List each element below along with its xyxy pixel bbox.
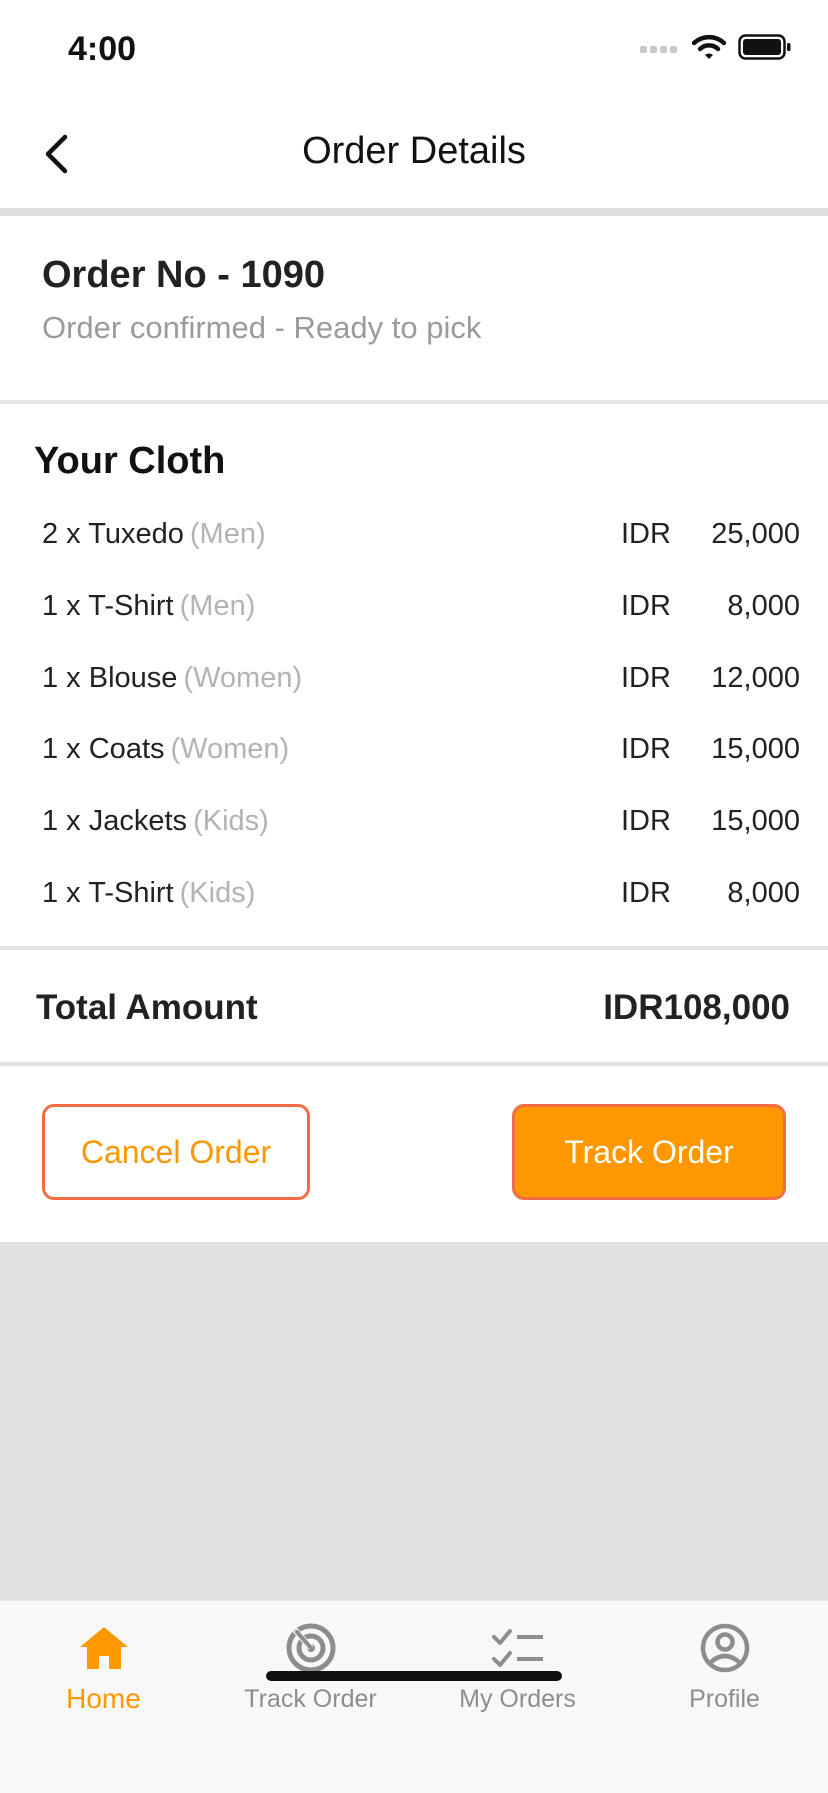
tab-label: Track Order	[244, 1685, 377, 1713]
cloth-item-currency: IDR	[621, 518, 671, 550]
profile-icon	[700, 1623, 749, 1673]
order-number: Order No - 1090	[42, 254, 325, 296]
cloth-item-name: 1 x Blouse	[42, 662, 178, 694]
cloth-section-title: Your Cloth	[34, 440, 226, 482]
cloth-item-name: 1 x T-Shirt	[42, 877, 174, 909]
tab-label: Home	[66, 1683, 141, 1714]
cloth-item: 1 x Coats (Women) IDR 15,000	[0, 721, 828, 777]
radar-icon	[286, 1623, 335, 1673]
cloth-item-name: 2 x Tuxedo	[42, 518, 184, 550]
cloth-item-category: (Women)	[183, 662, 303, 694]
status-icons	[640, 34, 792, 60]
cloth-item-label: 1 x Blouse (Women)	[42, 662, 302, 695]
track-order-button[interactable]: Track Order	[512, 1104, 786, 1200]
tab-home[interactable]: Home	[0, 1619, 207, 1715]
total-value: IDR108,000	[603, 988, 790, 1027]
cloth-item-category: (Men)	[179, 590, 256, 622]
tab-my-orders[interactable]: My Orders	[414, 1619, 621, 1714]
cloth-item-label: 1 x Jackets (Kids)	[42, 805, 269, 838]
cloth-item-category: (Kids)	[179, 877, 256, 909]
total-label: Total Amount	[36, 988, 258, 1027]
cloth-item-amount: 8,000	[727, 877, 800, 909]
cloth-item-currency: IDR	[621, 805, 671, 837]
cloth-item: 2 x Tuxedo (Men) IDR 25,000	[0, 506, 828, 562]
order-status: Order confirmed - Ready to pick	[42, 310, 482, 345]
cloth-item: 1 x Blouse (Women) IDR 12,000	[0, 650, 828, 706]
cloth-item-currency: IDR	[621, 662, 671, 694]
cloth-item-name: 1 x Coats	[42, 733, 165, 765]
cloth-item-category: (Kids)	[193, 805, 269, 837]
cloth-item-name: 1 x T-Shirt	[42, 590, 174, 622]
wifi-icon	[692, 34, 726, 59]
cloth-item-amount: 15,000	[711, 805, 800, 837]
tab-label: My Orders	[459, 1685, 576, 1713]
tab-profile[interactable]: Profile	[621, 1619, 828, 1714]
home-icon	[79, 1627, 128, 1669]
cloth-item-amount: 25,000	[711, 518, 800, 550]
cloth-item-label: 1 x Coats (Women)	[42, 733, 289, 766]
checklist-icon	[491, 1629, 543, 1667]
status-bar: 4:00	[0, 0, 828, 100]
cloth-item-label: 1 x T-Shirt (Men)	[42, 590, 255, 623]
cloth-item-currency: IDR	[621, 733, 671, 765]
status-time: 4:00	[68, 30, 137, 68]
cloth-item-category: (Women)	[170, 733, 290, 765]
cloth-item: 1 x Jackets (Kids) IDR 15,000	[0, 793, 828, 849]
cloth-item-label: 2 x Tuxedo (Men)	[42, 518, 266, 551]
cloth-item: 1 x T-Shirt (Kids) IDR 8,000	[0, 865, 828, 921]
page-title: Order Details	[302, 130, 526, 172]
order-header: Order No - 1090 Order confirmed - Ready …	[0, 216, 828, 400]
cloth-item-currency: IDR	[621, 877, 671, 909]
total-row: Total Amount IDR108,000	[0, 950, 828, 1062]
app-bar: Order Details	[0, 100, 828, 208]
cloth-list: Your Cloth 2 x Tuxedo (Men) IDR 25,000 1 …	[0, 404, 828, 946]
cloth-item-category: (Men)	[189, 518, 266, 550]
cloth-item: 1 x T-Shirt (Men) IDR 8,000	[0, 578, 828, 634]
bottom-tab-bar: Home Track Order My Orders Profile	[0, 1600, 828, 1793]
cloth-item-amount: 12,000	[711, 662, 800, 694]
signal-icon	[640, 46, 677, 53]
cloth-item-amount: 15,000	[711, 733, 800, 765]
cloth-item-currency: IDR	[621, 590, 671, 622]
cloth-item-label: 1 x T-Shirt (Kids)	[42, 877, 255, 910]
tab-track-order[interactable]: Track Order	[207, 1619, 414, 1714]
home-indicator	[266, 1671, 562, 1681]
cloth-item-amount: 8,000	[727, 590, 800, 622]
battery-icon	[738, 34, 791, 60]
cancel-order-button[interactable]: Cancel Order	[42, 1104, 310, 1200]
cloth-item-name: 1 x Jackets	[42, 805, 188, 837]
tab-label: Profile	[689, 1685, 760, 1713]
order-actions: Cancel Order Track Order	[0, 1066, 828, 1242]
app-bar-divider	[0, 208, 828, 216]
